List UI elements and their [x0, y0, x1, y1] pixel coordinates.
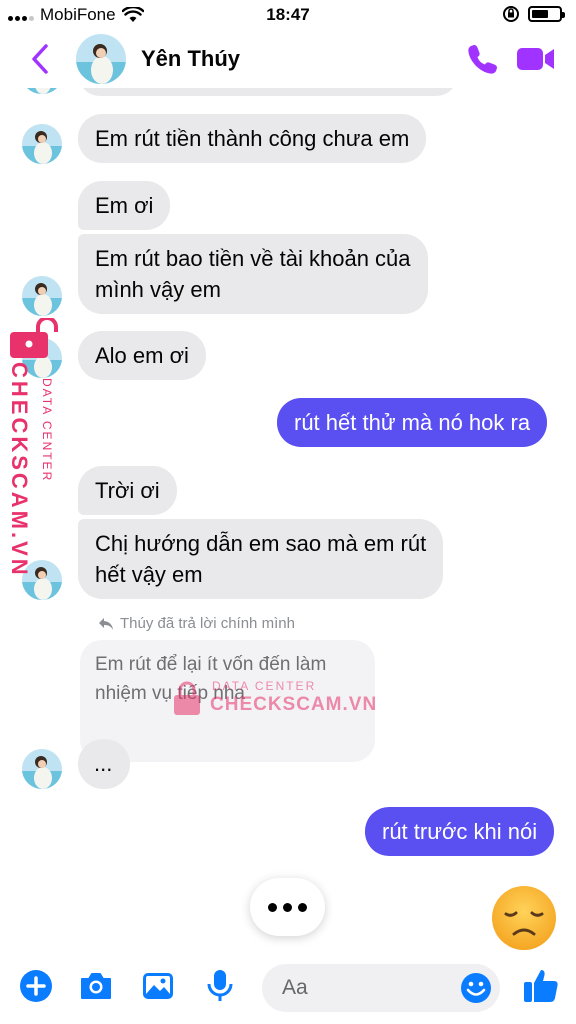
plus-circle-icon[interactable]: [18, 968, 54, 1004]
message-bubble[interactable]: Chị hướng dẫn em sao mà em rút hết vậy e…: [78, 519, 444, 599]
chevron-left-icon[interactable]: [26, 42, 56, 76]
message-text: Trời ơi: [95, 478, 160, 503]
microphone-icon[interactable]: [202, 968, 238, 1004]
message-text: rút trước khi nói: [382, 819, 538, 844]
camera-icon[interactable]: [78, 968, 114, 1004]
watermark-center: DATA CENTER CHECKSCAM.VN: [172, 676, 376, 720]
header-layer: Yên Thúy: [0, 30, 576, 90]
emoji-picker-icon[interactable]: [460, 972, 492, 1004]
watermark-tagline: DATA CENTER: [40, 378, 54, 483]
message-input[interactable]: [282, 974, 462, 1002]
message-bubble[interactable]: Alo em ơi: [78, 331, 206, 380]
watermark-brand: CHECKSCAM.VN: [7, 362, 32, 578]
watermark-brand: CHECKSCAM.VN: [210, 694, 378, 715]
message-text: ...: [94, 751, 113, 776]
message-bubble-outgoing[interactable]: rút trước khi nói: [365, 807, 555, 856]
watermark-lock-icon: [10, 318, 58, 358]
message-composer[interactable]: [262, 964, 500, 1012]
message-text: rút hết thử mà nó hok ra: [294, 410, 531, 435]
header-title[interactable]: Yên Thúy: [141, 46, 240, 72]
more-options-button[interactable]: [250, 878, 325, 936]
watermark-side: CHECKSCAM.VN DATA CENTER: [6, 318, 66, 578]
message-bubble[interactable]: Em rút bao tiền về tài khoản của mình vậ…: [78, 234, 428, 314]
message-bubble-outgoing[interactable]: rút hết thử mà nó hok ra: [277, 398, 548, 447]
watermark-lock-icon: [174, 681, 200, 715]
video-call-button[interactable]: [516, 44, 556, 74]
message-bubble[interactable]: ...: [78, 739, 130, 789]
message-text: Em rút bao tiền về tài khoản của: [95, 246, 411, 271]
status-right: [502, 5, 565, 23]
battery-level: [532, 10, 548, 18]
photo-gallery-icon[interactable]: [140, 968, 176, 1004]
reply-label: Thúy đã trả lời chính mình: [98, 615, 295, 632]
sad-face-emoji-icon[interactable]: [490, 884, 558, 952]
message-bubble[interactable]: Em rút tiền thành công chưa em: [78, 114, 427, 163]
call-button[interactable]: [466, 42, 500, 76]
message-text: Em rút tiền thành công chưa em: [95, 126, 410, 151]
thumbs-up-icon[interactable]: [522, 966, 560, 1004]
contact-avatar-small: [22, 276, 62, 316]
composer-bar: [0, 960, 576, 1024]
message-bubble[interactable]: Trời ơi: [78, 466, 177, 515]
message-bubble[interactable]: Em ơi: [78, 181, 171, 230]
status-time: 18:47: [266, 5, 310, 24]
reply-label-text: Thúy đã trả lời chính mình: [120, 615, 295, 632]
contact-avatar-small: [22, 749, 62, 789]
message-text: Em ơi: [95, 193, 154, 218]
rotation-lock-icon: [503, 6, 519, 22]
contact-avatar-small: [22, 124, 62, 164]
message-text-line2: hết vậy em: [95, 562, 203, 587]
message-text: Chị hướng dẫn em sao mà em rút: [95, 531, 427, 556]
battery-icon: [528, 6, 565, 22]
watermark-tagline: DATA CENTER: [212, 679, 317, 693]
reply-arrow-icon: [99, 617, 113, 630]
header-avatar[interactable]: [76, 34, 126, 84]
message-text-line2: mình vậy em: [95, 277, 221, 302]
status-bar: MobiFone 18:47: [0, 0, 576, 30]
message-text: Alo em ơi: [95, 343, 189, 368]
